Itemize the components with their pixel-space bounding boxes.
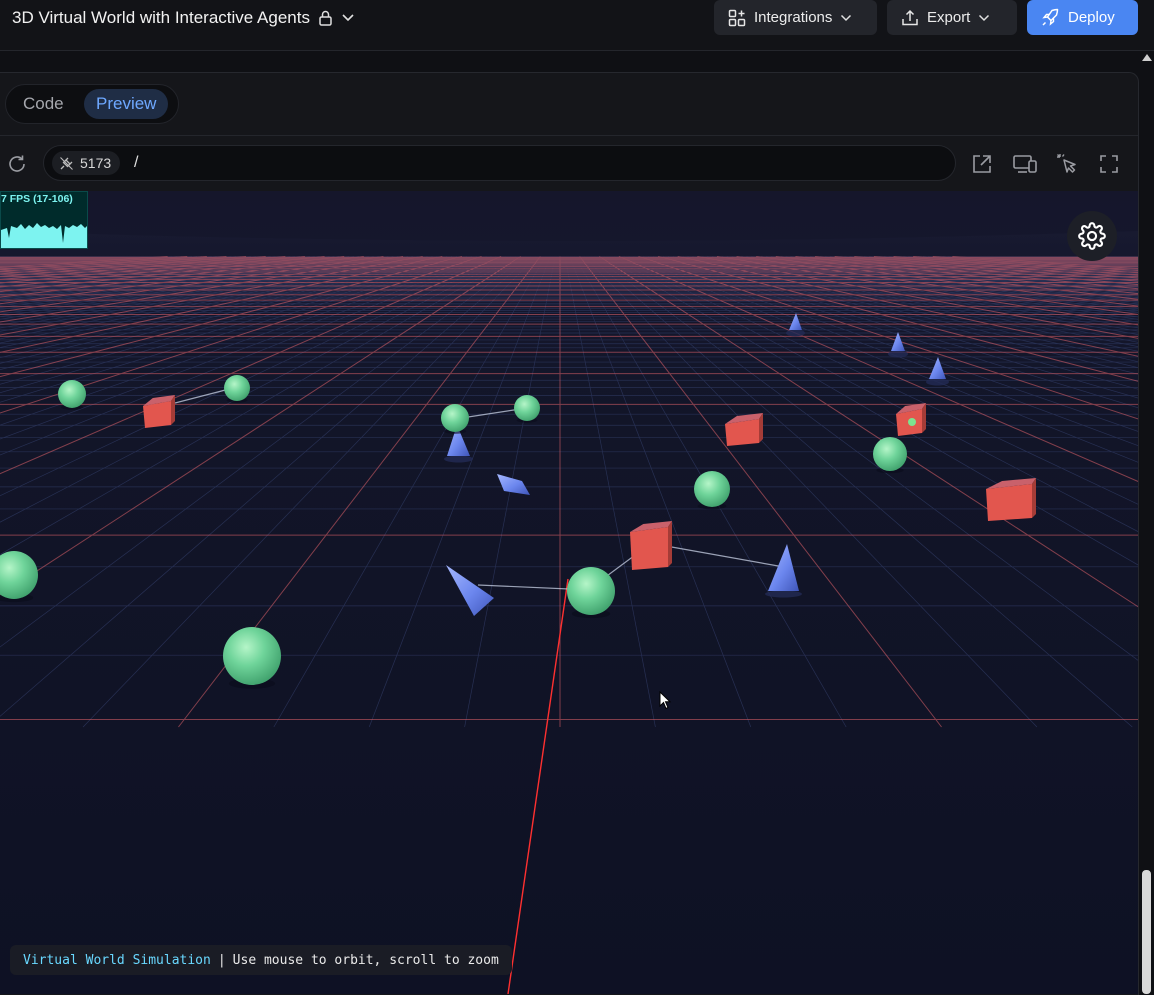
- deploy-button[interactable]: Deploy: [1027, 0, 1138, 35]
- cone-agent: [497, 474, 530, 495]
- integrations-button[interactable]: Integrations: [714, 0, 877, 35]
- sphere-agents: [0, 375, 907, 689]
- deploy-label: Deploy: [1068, 9, 1115, 26]
- open-external-icon[interactable]: [971, 153, 993, 175]
- export-button[interactable]: Export: [887, 0, 1017, 35]
- devices-icon[interactable]: [1012, 153, 1038, 175]
- plug-icon: [60, 156, 73, 170]
- cone-agent: [768, 544, 799, 591]
- sphere-agent: [0, 551, 38, 599]
- url-bar[interactable]: 5173 /: [43, 145, 956, 181]
- chevron-down-icon: [841, 14, 852, 21]
- sphere-agent: [514, 395, 540, 421]
- page-scrollbar[interactable]: [1140, 52, 1154, 994]
- rocket-icon: [1042, 8, 1059, 26]
- mouse-cursor-icon: [659, 691, 672, 710]
- cube-agent-side: [1032, 478, 1036, 518]
- fps-graph: [1, 223, 87, 248]
- sphere-agent: [224, 375, 250, 401]
- export-icon: [902, 9, 918, 25]
- port-number: 5173: [80, 155, 112, 171]
- cone-shadow: [444, 455, 473, 463]
- cone-agent: [929, 357, 946, 379]
- sphere-agent: [441, 404, 469, 432]
- integrations-grid-icon: [728, 9, 746, 26]
- pointer-select-icon[interactable]: [1055, 152, 1079, 176]
- 3d-viewport[interactable]: 7 FPS (17-106) Virtual World Simulation …: [0, 191, 1138, 994]
- cube-agent: [630, 527, 668, 570]
- lock-icon: [319, 10, 332, 26]
- scroll-up-arrow[interactable]: [1142, 54, 1152, 61]
- address-row: 5173 /: [0, 135, 1138, 193]
- controls-hint: Virtual World Simulation | Use mouse to …: [10, 945, 512, 975]
- cone-shadow: [926, 378, 949, 386]
- port-chip[interactable]: 5173: [52, 151, 121, 175]
- cone-agent: [446, 565, 494, 616]
- sphere-agent: [908, 418, 916, 426]
- hint-separator: |: [217, 952, 226, 968]
- cone-shadow: [786, 329, 805, 337]
- top-bar: 3D Virtual World with Interactive Agents…: [0, 0, 1154, 51]
- tab-preview[interactable]: Preview: [84, 89, 169, 119]
- integrations-label: Integrations: [754, 9, 833, 26]
- reload-icon[interactable]: [6, 153, 28, 175]
- minor-grid: [0, 256, 1138, 728]
- project-title: 3D Virtual World with Interactive Agents: [12, 8, 310, 27]
- cone-shadow: [888, 350, 908, 358]
- hint-text: Use mouse to orbit, scroll to zoom: [232, 952, 499, 968]
- fps-readout: 7 FPS (17-106): [1, 193, 73, 205]
- cone-agent: [891, 332, 905, 351]
- cone-shadow: [765, 590, 802, 598]
- sphere-agent: [223, 627, 281, 685]
- agent-links: [174, 386, 785, 591]
- sphere-agent: [873, 437, 907, 471]
- scene-canvas[interactable]: [0, 191, 1138, 994]
- chevron-down-icon: [979, 14, 990, 21]
- cube-agents: [143, 395, 1036, 570]
- view-tabs: Code Preview: [5, 84, 179, 124]
- tab-code[interactable]: Code: [11, 89, 76, 119]
- chevron-down-icon[interactable]: [341, 13, 355, 23]
- scroll-thumb[interactable]: [1142, 870, 1151, 994]
- gear-icon: [1078, 222, 1106, 250]
- sphere-agent: [58, 380, 86, 408]
- sphere-agent: [694, 471, 730, 507]
- cube-agent-side: [668, 521, 672, 567]
- export-label: Export: [927, 9, 971, 26]
- fps-stats-panel[interactable]: 7 FPS (17-106): [0, 191, 88, 249]
- sphere-agent: [567, 567, 615, 615]
- settings-button[interactable]: [1067, 211, 1117, 261]
- fullscreen-icon[interactable]: [1098, 153, 1120, 175]
- url-path: /: [134, 154, 139, 171]
- cone-agents: [444, 313, 949, 616]
- axis-line: [507, 578, 569, 994]
- hint-title: Virtual World Simulation: [23, 952, 211, 968]
- cube-agent: [986, 484, 1032, 521]
- project-title-group[interactable]: 3D Virtual World with Interactive Agents: [12, 8, 355, 28]
